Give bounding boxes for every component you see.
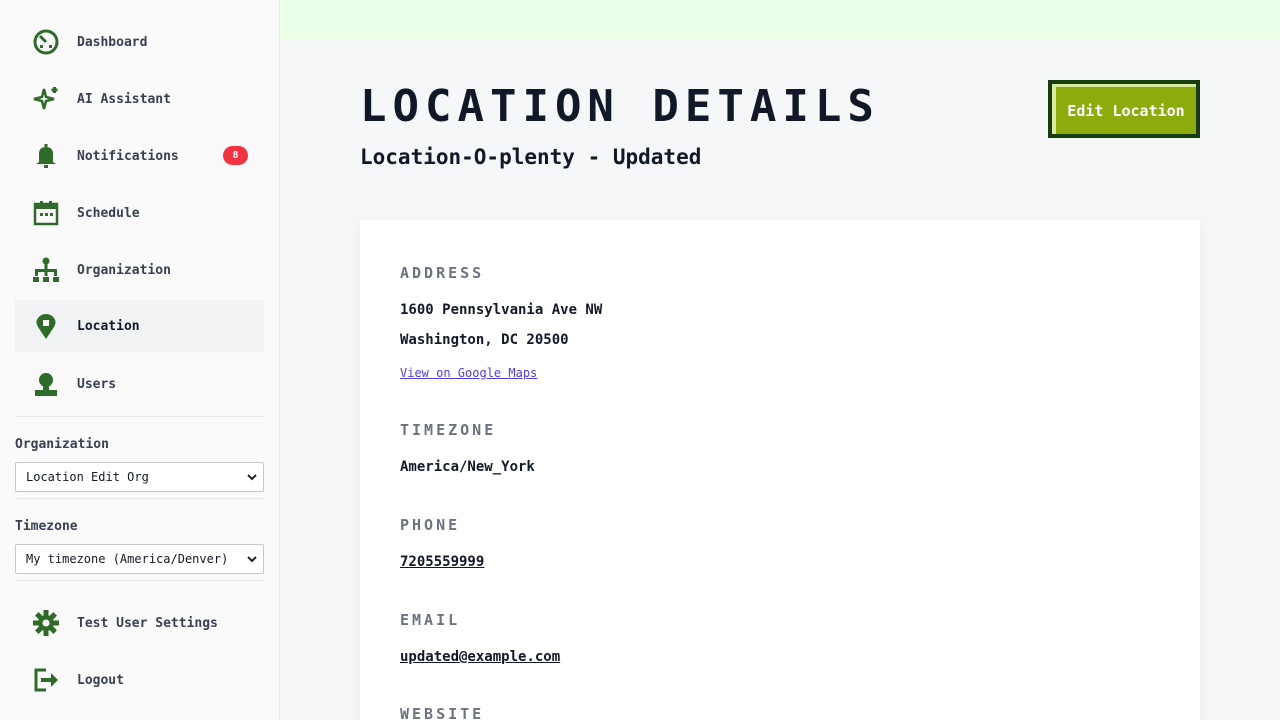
timezone-label: Timezone: [15, 519, 78, 534]
sidebar-divider: [15, 580, 264, 581]
sidebar-item-label: Location: [77, 318, 140, 334]
bell-icon: [31, 141, 61, 171]
organization-select[interactable]: Location Edit Org: [15, 462, 264, 492]
timezone-select[interactable]: My timezone (America/Denver): [15, 544, 264, 574]
gear-icon: [31, 608, 61, 638]
phone-label: PHONE: [400, 516, 461, 534]
edit-location-button-label: Edit Location: [1052, 84, 1196, 134]
email-link[interactable]: updated@example.com: [400, 649, 560, 665]
sidebar-item-organization[interactable]: Organization: [15, 244, 264, 296]
email-label: EMAIL: [400, 611, 461, 629]
location-name: Location-O-plenty - Updated: [360, 145, 702, 169]
sidebar-item-settings[interactable]: Test User Settings: [15, 597, 264, 649]
notification-count-badge: 8: [223, 146, 248, 165]
timezone-select-value: My timezone (America/Denver): [26, 552, 229, 566]
website-label: WEBSITE: [400, 705, 485, 720]
address-line-2: Washington, DC 20500: [400, 332, 569, 348]
page-title: LOCATION DETAILS: [360, 81, 880, 132]
sidebar-item-users[interactable]: Users: [15, 358, 264, 410]
timezone-value: America/New_York: [400, 459, 535, 475]
sidebar-divider: [15, 498, 264, 499]
sidebar-item-label: Notifications: [77, 148, 179, 164]
sidebar-item-ai-assistant[interactable]: AI Assistant: [15, 73, 264, 125]
chevron-down-icon: [247, 556, 257, 563]
sidebar-item-label: Test User Settings: [77, 615, 218, 631]
sidebar-item-label: Users: [77, 376, 117, 392]
organization-select-value: Location Edit Org: [26, 470, 149, 484]
sidebar-divider: [15, 416, 264, 417]
sparkle-icon: [31, 84, 61, 114]
phone-link[interactable]: 7205559999: [400, 554, 484, 570]
address-label: ADDRESS: [400, 264, 485, 282]
sidebar-item-location[interactable]: Location: [15, 300, 264, 352]
map-pin-icon: [31, 311, 61, 341]
calendar-icon: [31, 198, 61, 228]
edit-location-button[interactable]: Edit Location: [1048, 80, 1200, 138]
org-chart-icon: [31, 255, 61, 285]
dashboard-icon: [31, 27, 61, 57]
sidebar-item-label: AI Assistant: [77, 91, 171, 107]
sidebar-item-label: Schedule: [77, 205, 140, 221]
sidebar: Dashboard AI Assistant Notifications 8 S…: [0, 0, 280, 720]
sidebar-item-logout[interactable]: Logout: [15, 654, 264, 706]
sidebar-item-label: Logout: [77, 672, 124, 688]
sidebar-item-schedule[interactable]: Schedule: [15, 187, 264, 239]
user-icon: [31, 369, 61, 399]
google-maps-link[interactable]: View on Google Maps: [400, 366, 537, 380]
address-line-1: 1600 Pennsylvania Ave NW: [400, 302, 603, 318]
sidebar-item-label: Organization: [77, 262, 171, 278]
location-details-card: ADDRESS 1600 Pennsylvania Ave NW Washing…: [360, 220, 1200, 720]
sidebar-item-label: Dashboard: [77, 34, 148, 50]
logout-icon: [31, 665, 61, 695]
timezone-section-label: TIMEZONE: [400, 421, 497, 439]
chevron-down-icon: [247, 474, 257, 481]
top-banner: [280, 0, 1280, 40]
organization-label: Organization: [15, 437, 109, 452]
sidebar-item-dashboard[interactable]: Dashboard: [15, 16, 264, 68]
sidebar-item-notifications[interactable]: Notifications 8: [15, 130, 264, 182]
